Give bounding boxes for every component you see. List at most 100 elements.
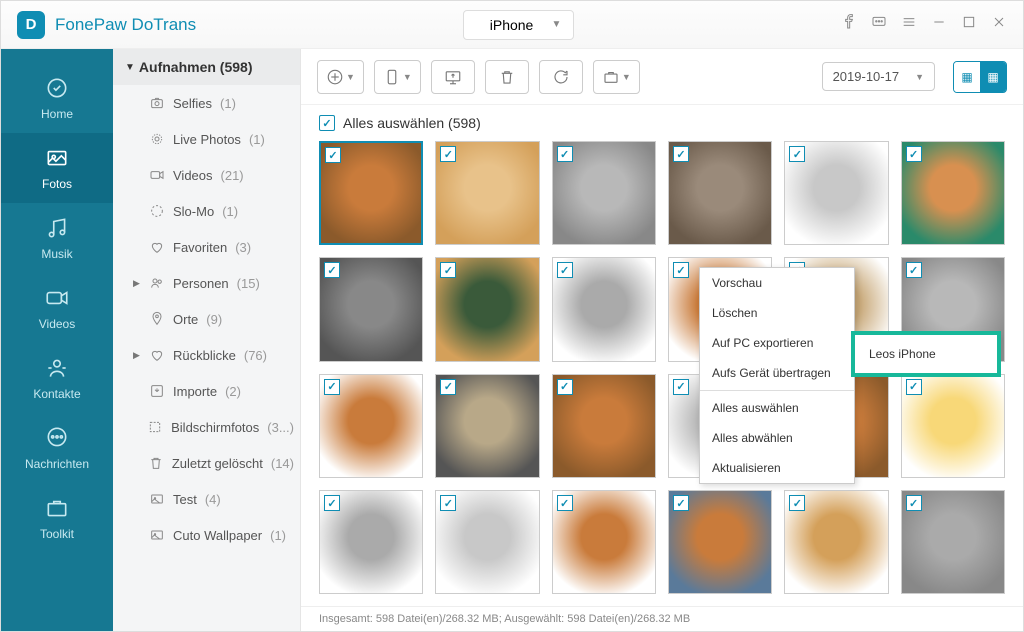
device-label: iPhone	[490, 17, 534, 33]
photo-thumb[interactable]: ✓	[435, 490, 539, 594]
thumb-checkbox[interactable]: ✓	[557, 262, 573, 278]
thumb-checkbox[interactable]: ✓	[673, 262, 689, 278]
photo-thumb[interactable]: ✓	[435, 257, 539, 361]
album-item[interactable]: Selfies (1)	[113, 85, 300, 121]
minimize-button[interactable]	[931, 14, 947, 35]
photo-thumb[interactable]: ✓	[319, 141, 423, 245]
device-selector[interactable]: iPhone ▼	[463, 10, 575, 40]
context-menu-item[interactable]: Aktualisieren	[700, 453, 854, 483]
context-submenu[interactable]: Leos iPhone	[851, 331, 1001, 377]
toolbox-button[interactable]: ▼	[593, 60, 640, 94]
album-item[interactable]: Bildschirmfotos (3...)	[113, 409, 300, 445]
refresh-button[interactable]	[539, 60, 583, 94]
nav-fotos[interactable]: Fotos	[1, 133, 113, 203]
to-device-button[interactable]: ▼	[374, 60, 421, 94]
photo-thumb[interactable]: ✓	[784, 490, 888, 594]
thumb-checkbox[interactable]: ✓	[557, 379, 573, 395]
thumb-checkbox[interactable]: ✓	[906, 262, 922, 278]
album-item[interactable]: Favoriten (3)	[113, 229, 300, 265]
context-menu-item[interactable]: Alles auswählen	[700, 393, 854, 423]
chevron-down-icon: ▼	[125, 62, 135, 73]
photo-thumb[interactable]: ✓	[901, 374, 1005, 478]
thumb-checkbox[interactable]: ✓	[325, 147, 341, 163]
photo-thumb[interactable]: ✓	[435, 374, 539, 478]
date-selector[interactable]: 2019-10-17 ▼	[822, 62, 935, 91]
photo-thumb[interactable]: ✓	[901, 490, 1005, 594]
date-label: 2019-10-17	[833, 69, 900, 84]
expand-icon: ▶	[133, 278, 141, 289]
album-item[interactable]: Test (4)	[113, 481, 300, 517]
album-item[interactable]: Cuto Wallpaper (1)	[113, 517, 300, 553]
albums-panel: ▼ Aufnahmen (598) Selfies (1)Live Photos…	[113, 49, 301, 631]
thumb-checkbox[interactable]: ✓	[789, 495, 805, 511]
context-menu-item[interactable]: Alles abwählen	[700, 423, 854, 453]
thumb-checkbox[interactable]: ✓	[673, 379, 689, 395]
album-item[interactable]: ▶Rückblicke (76)	[113, 337, 300, 373]
photo-thumb[interactable]: ✓	[784, 141, 888, 245]
albums-header[interactable]: ▼ Aufnahmen (598)	[113, 49, 300, 85]
submenu-item[interactable]: Leos iPhone	[861, 341, 991, 367]
thumb-checkbox[interactable]: ✓	[789, 146, 805, 162]
to-pc-button[interactable]	[431, 60, 475, 94]
maximize-button[interactable]	[961, 14, 977, 35]
thumb-checkbox[interactable]: ✓	[440, 495, 456, 511]
select-all-row[interactable]: ✓ Alles auswählen (598)	[301, 105, 1023, 141]
photo-thumb[interactable]: ✓	[435, 141, 539, 245]
thumb-checkbox[interactable]: ✓	[440, 146, 456, 162]
nav-home[interactable]: Home	[1, 63, 113, 133]
photo-thumb[interactable]: ✓	[552, 490, 656, 594]
thumb-checkbox[interactable]: ✓	[324, 262, 340, 278]
thumb-checkbox[interactable]: ✓	[906, 379, 922, 395]
context-menu-item[interactable]: Vorschau	[700, 268, 854, 298]
photo-thumb[interactable]: ✓	[319, 257, 423, 361]
photo-thumb[interactable]: ✓	[319, 490, 423, 594]
thumb-checkbox[interactable]: ✓	[324, 379, 340, 395]
view-large-icon[interactable]: ▦	[954, 62, 980, 92]
thumb-checkbox[interactable]: ✓	[557, 146, 573, 162]
nav-videos[interactable]: Videos	[1, 273, 113, 343]
photo-thumb[interactable]: ✓	[319, 374, 423, 478]
close-button[interactable]	[991, 14, 1007, 35]
view-small-icon[interactable]: ▦	[980, 62, 1006, 92]
thumb-checkbox[interactable]: ✓	[906, 146, 922, 162]
facebook-icon[interactable]	[841, 14, 857, 35]
feedback-icon[interactable]	[871, 14, 887, 35]
thumb-checkbox[interactable]: ✓	[440, 379, 456, 395]
album-item[interactable]: Zuletzt gelöscht (14)	[113, 445, 300, 481]
thumb-checkbox[interactable]: ✓	[557, 495, 573, 511]
photo-thumb[interactable]: ✓	[552, 374, 656, 478]
album-item[interactable]: Importe (2)	[113, 373, 300, 409]
photo-thumb[interactable]: ✓	[901, 141, 1005, 245]
nav-toolkit[interactable]: Toolkit	[1, 483, 113, 553]
nav-nachrichten[interactable]: Nachrichten	[1, 413, 113, 483]
delete-button[interactable]	[485, 60, 529, 94]
album-item[interactable]: Slo-Mo (1)	[113, 193, 300, 229]
album-item[interactable]: ▶Personen (15)	[113, 265, 300, 301]
menu-icon[interactable]	[901, 14, 917, 35]
thumb-checkbox[interactable]: ✓	[906, 495, 922, 511]
add-button[interactable]: ▼	[317, 60, 364, 94]
thumb-checkbox[interactable]: ✓	[440, 262, 456, 278]
photo-thumb[interactable]: ✓	[668, 490, 772, 594]
thumb-checkbox[interactable]: ✓	[324, 495, 340, 511]
photo-thumb[interactable]: ✓	[668, 141, 772, 245]
context-menu-item[interactable]: Auf PC exportieren	[700, 328, 854, 358]
photo-thumb[interactable]: ✓	[552, 141, 656, 245]
context-menu-item[interactable]: Aufs Gerät übertragen	[700, 358, 854, 388]
album-item[interactable]: Videos (21)	[113, 157, 300, 193]
chevron-down-icon: ▼	[915, 72, 924, 82]
app-logo: D	[17, 11, 45, 39]
nav-kontakte[interactable]: Kontakte	[1, 343, 113, 413]
app-name: FonePaw DoTrans	[55, 15, 196, 35]
context-menu-item[interactable]: Löschen	[700, 298, 854, 328]
album-label: Favoriten	[173, 240, 227, 255]
album-item[interactable]: Orte (9)	[113, 301, 300, 337]
select-all-checkbox[interactable]: ✓	[319, 115, 335, 131]
thumb-checkbox[interactable]: ✓	[673, 495, 689, 511]
nav-musik[interactable]: Musik	[1, 203, 113, 273]
thumb-checkbox[interactable]: ✓	[673, 146, 689, 162]
expand-icon: ▶	[133, 350, 141, 361]
photo-thumb[interactable]: ✓	[552, 257, 656, 361]
view-toggle[interactable]: ▦ ▦	[953, 61, 1007, 93]
album-item[interactable]: Live Photos (1)	[113, 121, 300, 157]
